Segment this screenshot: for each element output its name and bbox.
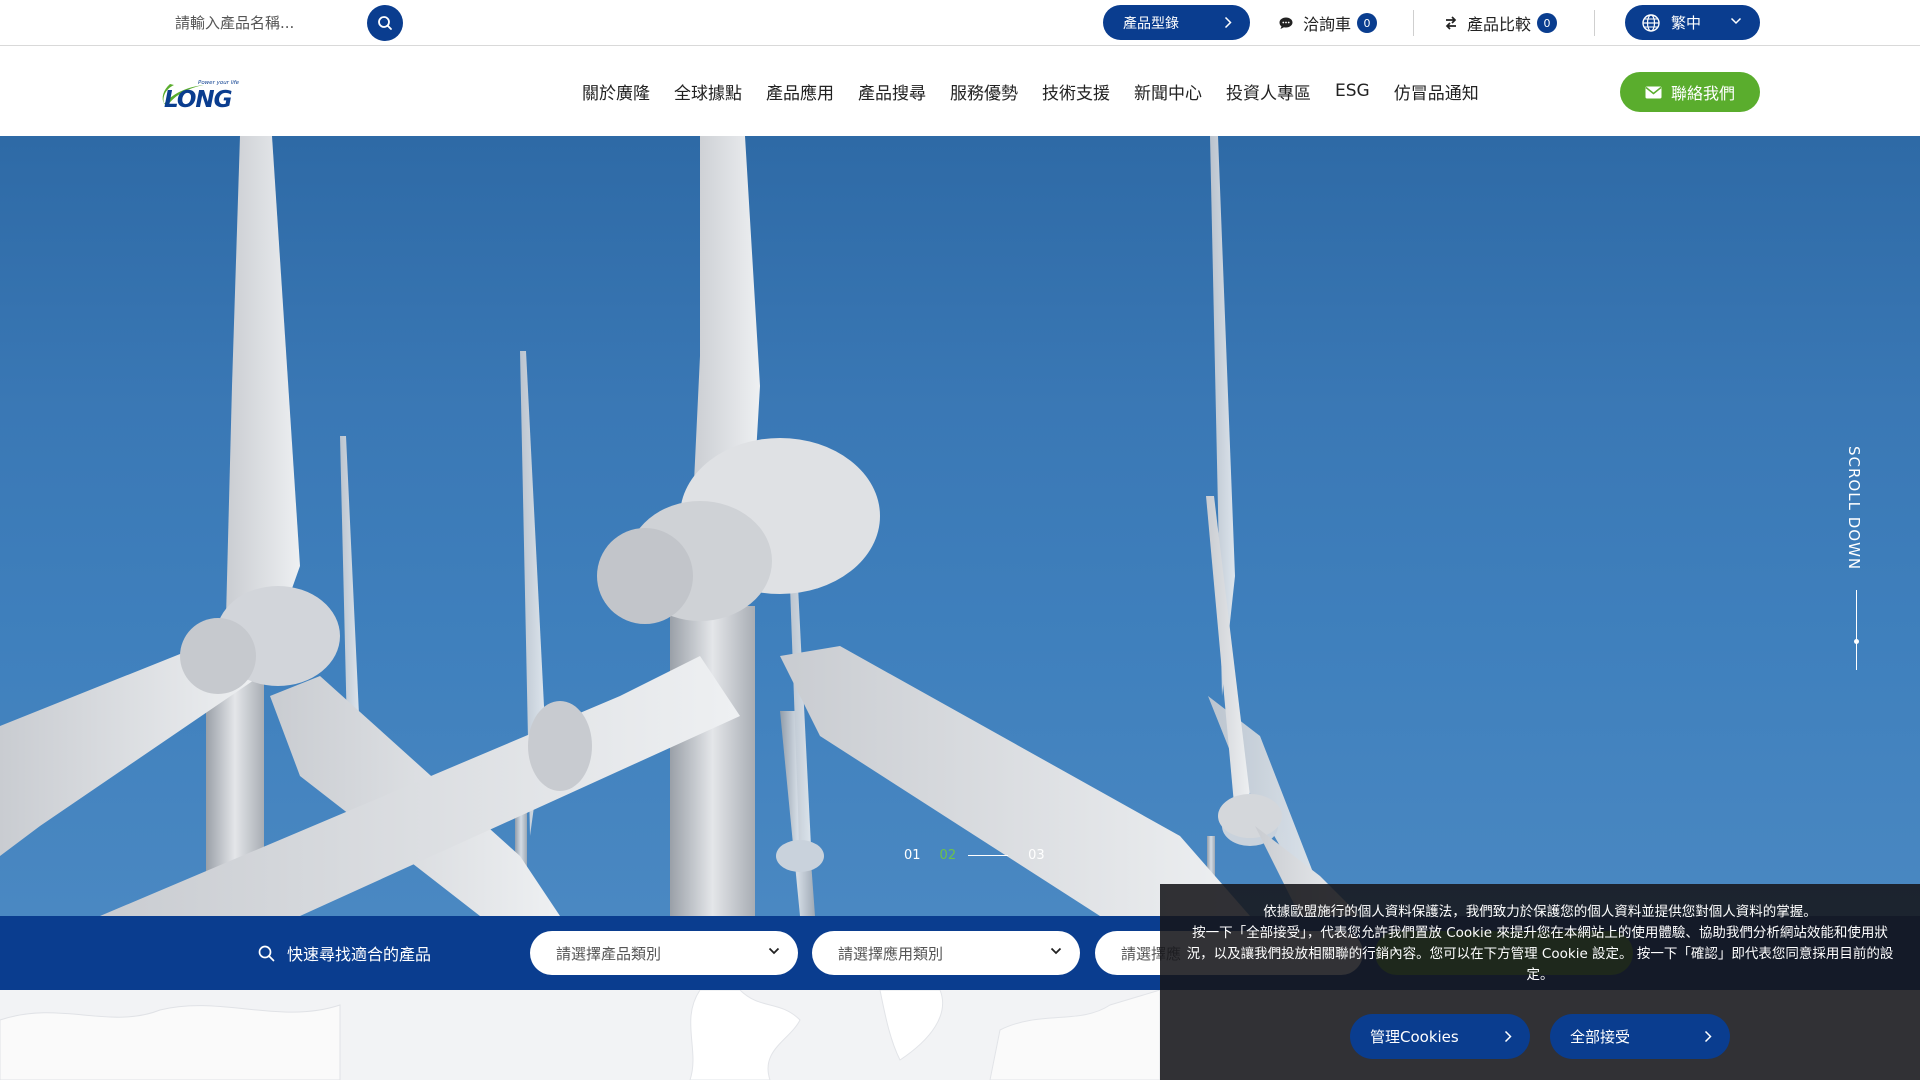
product-compare-label: 產品比較 [1467,15,1532,34]
hero-banner: SCROLL DOWN 01 02 03 [0,136,1920,916]
chevron-down-icon [768,947,780,955]
cookie-message: 依據歐盟施行的個人資料保護法，我們致力於保護您的個人資料並提供您對個人資料的掌握… [1180,902,1900,986]
nav-item-counterfeit[interactable]: 仿冒品通知 [1382,79,1491,104]
swap-arrows-icon [1444,15,1458,31]
inquiry-cart-label: 洽詢車 [1303,15,1352,34]
main-nav: 關於廣隆 全球據點 產品應用 產品搜尋 服務優勢 技術支援 新聞中心 投資人專區… [570,46,1491,136]
nav-item-investors[interactable]: 投資人專區 [1214,79,1323,104]
manage-cookies-button[interactable]: 管理Cookies [1350,1014,1530,1059]
quick-finder-label: 快速尋找適合的產品 [287,945,432,964]
accept-all-cookies-button[interactable]: 全部接受 [1550,1014,1730,1059]
main-header: LONG Power your life 關於廣隆 全球據點 產品應用 產品搜尋… [0,46,1920,136]
cookie-message-line-2: 按一下「全部接受」，代表您允許我們置放 Cookie 來提升您在本網站上的使用體… [1186,925,1894,983]
nav-item-about[interactable]: 關於廣隆 [570,79,662,104]
slide-dot-1[interactable]: 01 [904,848,921,863]
logo-wordmark: LONG [164,87,232,110]
nav-item-tech-support[interactable]: 技術支援 [1030,79,1122,104]
nav-item-news[interactable]: 新聞中心 [1122,79,1214,104]
search-input[interactable] [160,5,365,41]
slide-dot-3[interactable]: 03 [1028,848,1045,863]
contact-us-label: 聯絡我們 [1670,84,1735,103]
accept-all-label: 全部接受 [1570,1028,1631,1046]
scroll-down-indicator[interactable]: SCROLL DOWN [1845,446,1869,706]
slide-progress-line [968,855,1009,856]
mail-icon [1645,86,1662,99]
language-selector[interactable]: 繁中 [1625,5,1760,40]
product-category-select[interactable]: 請選擇產品類別 [530,931,798,975]
product-compare-link[interactable]: 產品比較 0 [1444,9,1558,37]
quick-finder-title: 快速尋找適合的產品 [258,916,431,990]
contact-us-button[interactable]: 聯絡我們 [1620,72,1760,112]
divider [1413,10,1414,36]
application-category-value: 請選擇應用類別 [838,944,944,963]
slide-pagination: 01 02 03 [904,848,1045,863]
chevron-down-icon [1730,17,1742,25]
nav-item-esg[interactable]: ESG [1323,81,1382,101]
catalog-label: 產品型錄 [1123,15,1179,32]
application-category-select[interactable]: 請選擇應用類別 [812,931,1080,975]
globe-icon [1641,13,1661,33]
manage-cookies-label: 管理Cookies [1370,1028,1459,1046]
chat-bubble-icon [1278,16,1294,31]
cookie-consent-panel: 依據歐盟施行的個人資料保護法，我們致力於保護您的個人資料並提供您對個人資料的掌握… [1160,884,1920,1080]
chevron-right-icon [1224,16,1232,29]
compare-count-badge: 0 [1537,13,1558,33]
catalog-button[interactable]: 產品型錄 [1103,5,1250,40]
search-box [160,5,403,41]
chevron-right-icon [1704,1030,1712,1043]
chevron-right-icon [1504,1030,1512,1043]
search-icon [378,16,392,30]
search-icon [258,945,275,962]
slide-dot-2[interactable]: 02 [940,848,957,863]
search-button[interactable] [367,5,403,41]
nav-item-applications[interactable]: 產品應用 [754,79,846,104]
chevron-down-icon [1050,947,1062,955]
nav-item-product-search[interactable]: 產品搜尋 [846,79,938,104]
logo-tagline: Power your life [198,80,240,86]
language-label: 繁中 [1671,14,1702,32]
scroll-dot [1854,639,1859,644]
brand-logo[interactable]: LONG Power your life [158,74,270,113]
top-bar: 產品型錄 洽詢車 0 產品比較 0 繁中 [0,0,1920,46]
product-category-value: 請選擇產品類別 [556,944,662,963]
inquiry-count-badge: 0 [1357,13,1378,33]
nav-item-global-locations[interactable]: 全球據點 [662,79,754,104]
cookie-message-line-1: 依據歐盟施行的個人資料保護法，我們致力於保護您的個人資料並提供您對個人資料的掌握… [1263,904,1817,920]
wind-turbine-image [0,136,1360,916]
inquiry-cart-link[interactable]: 洽詢車 0 [1278,9,1378,37]
scroll-down-label: SCROLL DOWN [1845,446,1863,571]
scroll-line [1856,590,1857,670]
divider [1594,10,1595,36]
nav-item-service[interactable]: 服務優勢 [938,79,1030,104]
